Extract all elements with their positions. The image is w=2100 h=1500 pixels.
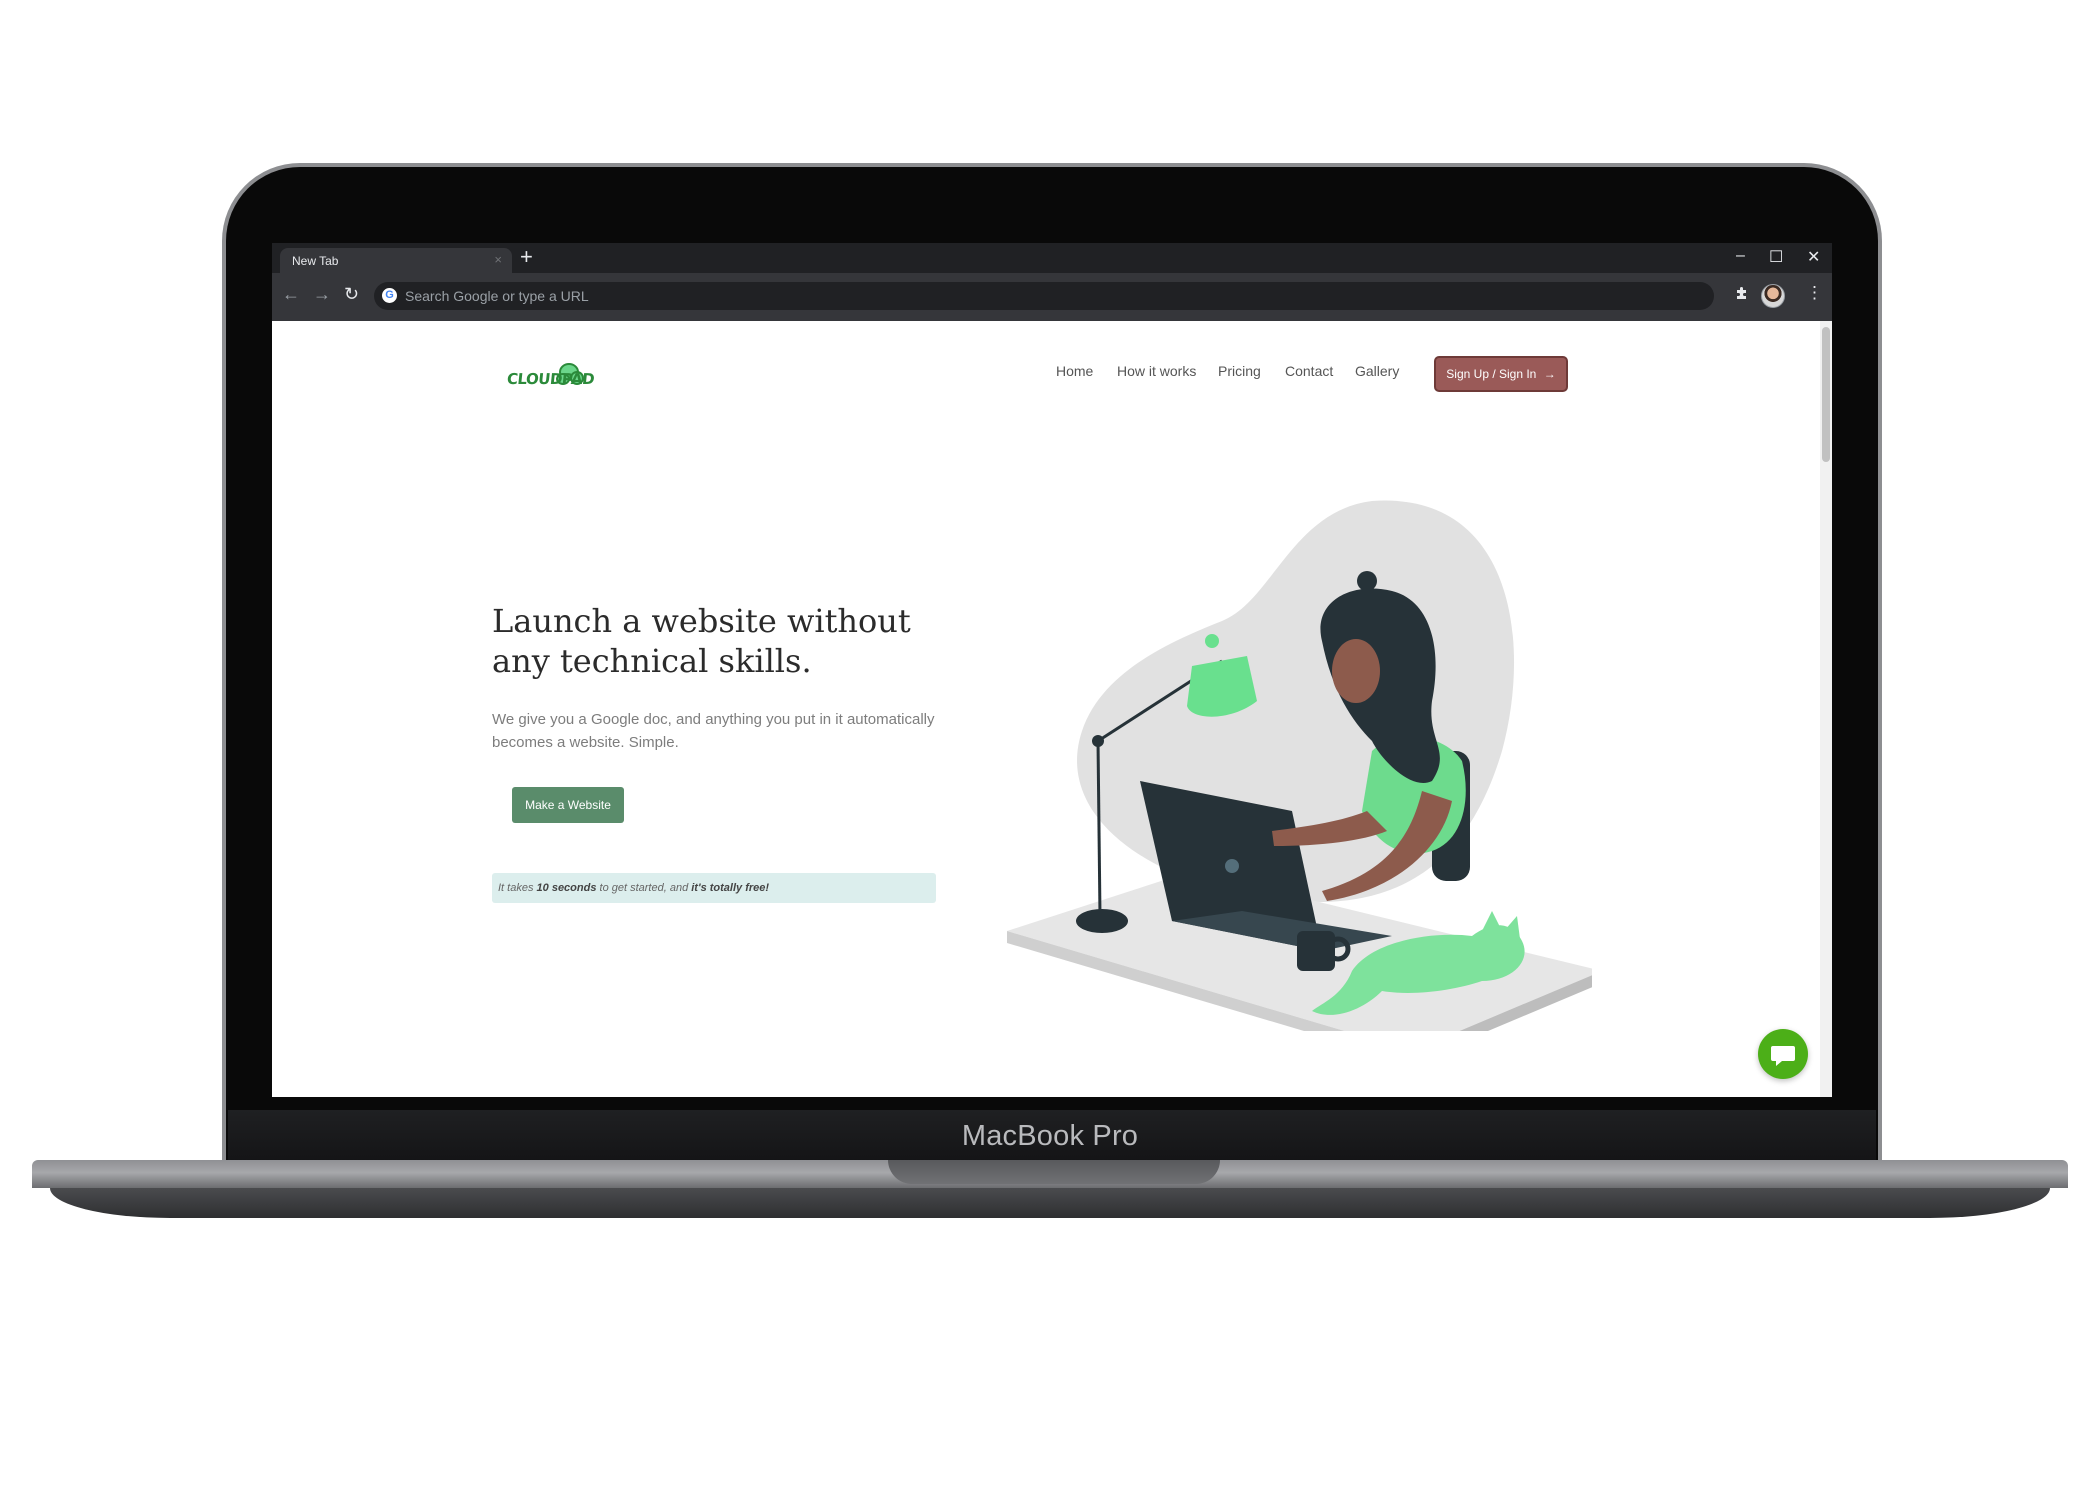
chat-widget-button[interactable] — [1758, 1029, 1808, 1079]
address-bar[interactable]: G Search Google or type a URL — [374, 282, 1714, 310]
reload-icon[interactable]: ↻ — [344, 284, 359, 305]
nav-link-gallery[interactable]: Gallery — [1355, 363, 1399, 379]
hero-illustration — [1007, 500, 1592, 1031]
laptop-opening-notch — [888, 1160, 1220, 1184]
web-page: CLOUDPAD Home How it works Pricing Conta… — [272, 321, 1832, 1097]
google-icon: G — [382, 288, 397, 303]
chat-bubble-icon — [1771, 1046, 1795, 1066]
arrow-right-icon: → — [1543, 367, 1556, 381]
tab-strip: New Tab × + – ☐ ✕ — [272, 243, 1832, 273]
lamp-pole — [1096, 740, 1102, 917]
scrollbar-thumb[interactable] — [1822, 327, 1830, 462]
page-scrollbar[interactable] — [1820, 321, 1832, 1097]
maximize-icon[interactable]: ☐ — [1769, 247, 1783, 267]
hero-heading-line-2: any technical skills. — [492, 642, 812, 680]
browser-tab[interactable]: New Tab × — [280, 248, 512, 273]
nav-link-pricing[interactable]: Pricing — [1218, 363, 1261, 379]
nav-link-home[interactable]: Home — [1056, 363, 1093, 379]
lamp-joint — [1092, 735, 1104, 747]
lamp-shade — [1187, 656, 1257, 717]
sign-up-label: Sign Up / Sign In — [1446, 367, 1537, 381]
nav-link-how-it-works[interactable]: How it works — [1117, 363, 1196, 379]
back-icon[interactable]: ← — [282, 284, 300, 305]
browser-window: New Tab × + – ☐ ✕ ← → ↻ G Search Google … — [272, 243, 1832, 1097]
tab-close-icon[interactable]: × — [494, 252, 502, 267]
lamp-base — [1076, 909, 1128, 933]
nav-link-contact[interactable]: Contact — [1285, 363, 1333, 379]
hero-heading: Launch a website without any technical s… — [492, 601, 952, 681]
notice-middle: to get started, and — [596, 882, 692, 894]
profile-avatar[interactable] — [1761, 284, 1785, 308]
notice-free: it's totally free! — [691, 882, 770, 894]
address-bar-placeholder: Search Google or type a URL — [405, 288, 589, 304]
hero-description: We give you a Google doc, and anything y… — [492, 711, 935, 751]
laptop-base-edge — [50, 1188, 2050, 1218]
person-bun — [1357, 571, 1377, 591]
logo-wordmark: CLOUDPAD — [506, 370, 596, 388]
minimize-icon[interactable]: – — [1736, 247, 1745, 265]
laptop-brand-label: MacBook Pro — [961, 1120, 1139, 1152]
browser-toolbar: ← → ↻ G Search Google or type a URL ⋮ — [272, 273, 1832, 321]
notice-prefix: It takes — [498, 882, 537, 894]
notice-time: 10 seconds — [536, 882, 597, 894]
cat-ear — [1482, 911, 1502, 931]
hero-heading-line-1: Launch a website without — [492, 602, 911, 640]
cloudpad-logo[interactable]: CLOUDPAD — [505, 356, 595, 396]
person-face — [1332, 639, 1380, 703]
make-a-website-button[interactable]: Make a Website — [512, 787, 624, 823]
extensions-icon[interactable] — [1734, 285, 1750, 306]
laptop-logo — [1225, 859, 1239, 873]
forward-icon[interactable]: → — [313, 284, 331, 305]
free-notice-banner: It takes 10 seconds to get started, and … — [492, 873, 936, 903]
sign-up-sign-in-button[interactable]: Sign Up / Sign In → — [1434, 356, 1568, 392]
tab-title: New Tab — [292, 254, 339, 268]
close-window-icon[interactable]: ✕ — [1807, 247, 1820, 267]
new-tab-icon[interactable]: + — [520, 244, 533, 270]
lamp-tip — [1205, 634, 1219, 648]
browser-menu-icon[interactable]: ⋮ — [1806, 283, 1823, 303]
